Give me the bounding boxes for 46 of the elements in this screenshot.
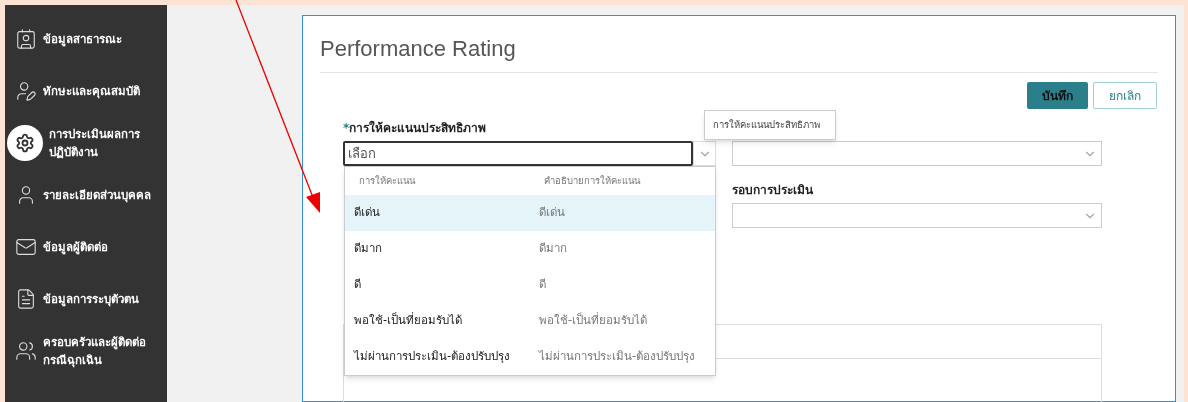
select-field[interactable] [732,203,1102,228]
option-description: ดีเด่น [539,204,566,222]
sidebar-item[interactable]: ทักษะและคุณสมบัติ [5,65,167,117]
document-icon [15,288,37,310]
badge-icon [15,28,37,50]
tooltip: การให้คะแนนประสิทธิภาพ [704,110,836,140]
sidebar-label: รายละเอียดส่วนบุคคล [43,187,152,204]
sidebar-label: ข้อมูลการระบุตัวตน [43,291,140,308]
option-rating: ดีเด่น [354,204,381,222]
option-description: พอใช้-เป็นที่ยอมรับได้ [539,312,649,330]
dropdown-toggle[interactable] [693,141,716,166]
field-label: *การให้คะแนนประสิทธิภาพ [343,119,487,137]
sidebar-label: ข้อมูลผู้ติดต่อ [43,239,109,256]
sidebar-item[interactable]: ข้อมูลผู้ติดต่อ [5,221,167,273]
sidebar-item[interactable]: ครอบครัวและผู้ติดต่อกรณีฉุกเฉิน [5,325,167,377]
dropdown-option[interactable]: ดีเด่น ดีเด่น [345,195,715,231]
save-button[interactable]: บันทึก [1027,82,1088,109]
dropdown-option[interactable]: ไม่ผ่านการประเมิน-ต้องปรับปรุง ไม่ผ่านการประเมิน-ต้องปรับปรุง [345,339,715,375]
select-field[interactable] [732,141,1102,166]
column-header: คำอธิบายการให้คะแนน [544,173,642,188]
option-rating: ดี [354,276,362,294]
sidebar-label: ทักษะและคุณสมบัติ [43,83,141,100]
column-header: การให้คะแนน [359,173,417,188]
sidebar-item[interactable]: ข้อมูลการระบุตัวตน [5,273,167,325]
option-description: ดี [539,276,547,294]
sidebar-label: ครอบครัวและผู้ติดต่อกรณีฉุกเฉิน [43,334,147,369]
page-title: Performance Rating [320,36,516,61]
user-pen-icon [15,80,37,102]
sidebar-label: การประเมินผลการปฏิบัติงาน [49,126,141,161]
option-rating: ดีมาก [354,240,383,258]
dropdown-option[interactable]: พอใช้-เป็นที่ยอมรับได้ พอใช้-เป็นที่ยอมรับได้ [345,303,715,339]
sidebar-item[interactable]: ข้อมูลสาธารณะ [5,13,167,65]
option-rating: ไม่ผ่านการประเมิน-ต้องปรับปรุง [354,348,512,366]
option-rating: พอใช้-เป็นที่ยอมรับได้ [354,312,464,330]
envelope-icon [15,236,37,258]
sidebar-label: ข้อมูลสาธารณะ [43,31,123,48]
dropdown-option[interactable]: ดีมาก ดีมาก [345,231,715,267]
rating-select-field[interactable]: เลือก [343,141,693,166]
option-description: ไม่ผ่านการประเมิน-ต้องปรับปรุง [539,348,697,366]
sidebar-item[interactable]: การประเมินผลการปฏิบัติงาน [5,117,167,169]
field-label: รอบการประเมิน [732,182,813,199]
sidebar-item[interactable]: รายละเอียดส่วนบุคคล [5,169,167,221]
cancel-button[interactable]: ยกเลิก [1093,82,1157,109]
option-description: ดีมาก [539,240,568,258]
people-icon [15,340,37,362]
dropdown-option[interactable]: ดี ดี [345,267,715,303]
